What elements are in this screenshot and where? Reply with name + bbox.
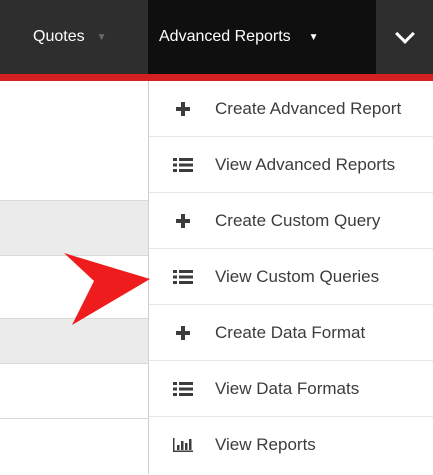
table-row [0, 418, 150, 475]
caret-down-icon: ▼ [96, 31, 107, 43]
menu-item-label: Create Advanced Report [215, 98, 402, 118]
nav-quotes-label: Quotes [33, 28, 85, 45]
menu-item-label: View Advanced Reports [215, 154, 396, 174]
list-icon [171, 156, 195, 174]
nav-quotes[interactable]: Quotes ▼ [0, 0, 148, 74]
nav-advanced-reports[interactable]: Advanced Reports ▼ [148, 0, 376, 74]
menu-item-label: View Data Formats [215, 378, 360, 398]
menu-item-create-data-format[interactable]: Create Data Format [149, 305, 433, 361]
menu-item-label: Create Data Format [215, 322, 366, 342]
top-navbar: Quotes ▼ Advanced Reports ▼ [0, 0, 433, 74]
menu-item-view-reports[interactable]: View Reports [149, 417, 433, 473]
bar-chart-icon [171, 436, 195, 454]
menu-item-label: Create Custom Query [215, 210, 381, 230]
plus-icon [171, 324, 195, 342]
nav-more-button[interactable] [376, 0, 433, 74]
plus-icon [171, 100, 195, 118]
menu-item-view-data-formats[interactable]: View Data Formats [149, 361, 433, 417]
advanced-reports-dropdown: Create Advanced Report View Advanced Rep… [148, 81, 433, 474]
red-arrow-annotation [64, 253, 150, 325]
menu-item-view-custom-queries[interactable]: View Custom Queries [149, 249, 433, 305]
list-icon [171, 268, 195, 286]
chevron-down-icon [394, 24, 415, 44]
list-icon [171, 380, 195, 398]
menu-item-label: View Reports [215, 435, 316, 454]
menu-item-view-advanced-reports[interactable]: View Advanced Reports [149, 137, 433, 193]
menu-item-label: View Custom Queries [215, 266, 380, 286]
menu-item-create-advanced-report[interactable]: Create Advanced Report [149, 81, 433, 137]
caret-down-icon: ▼ [308, 31, 319, 43]
menu-item-create-custom-query[interactable]: Create Custom Query [149, 193, 433, 249]
nav-advanced-reports-label: Advanced Reports [159, 28, 291, 45]
accent-bar [0, 74, 433, 81]
plus-icon [171, 212, 195, 230]
